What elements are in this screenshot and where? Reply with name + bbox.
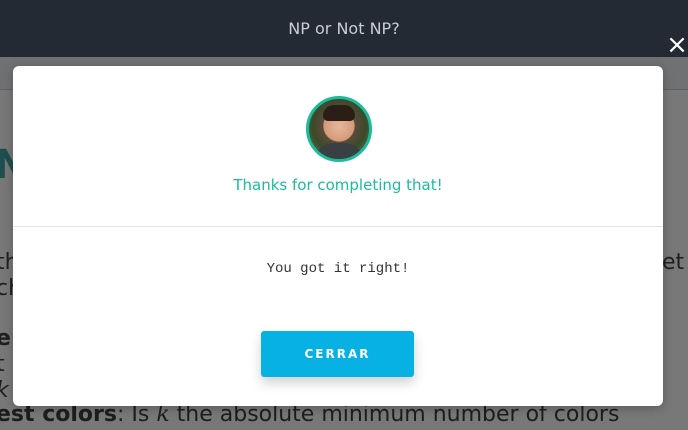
page-title: NP or Not NP? <box>288 19 400 38</box>
close-icon[interactable]: × <box>666 32 688 58</box>
avatar-shirt <box>315 143 363 159</box>
page: NP or Not NP? N th ch e t k et est color… <box>0 0 688 430</box>
background-text-fragment: k <box>0 378 9 403</box>
completion-modal: Thanks for completing that! You got it r… <box>13 66 663 406</box>
avatar-hair <box>323 105 355 121</box>
modal-divider <box>13 226 663 227</box>
modal-heading: Thanks for completing that! <box>233 176 443 194</box>
top-navigation-bar: NP or Not NP? <box>0 0 688 57</box>
result-message: You got it right! <box>266 261 410 277</box>
background-text-fragment: t <box>0 352 5 377</box>
background-text-fragment: et <box>662 250 685 275</box>
close-button[interactable]: CERRAR <box>261 331 414 377</box>
background-text-fragment: e <box>0 326 11 351</box>
avatar <box>306 96 372 162</box>
